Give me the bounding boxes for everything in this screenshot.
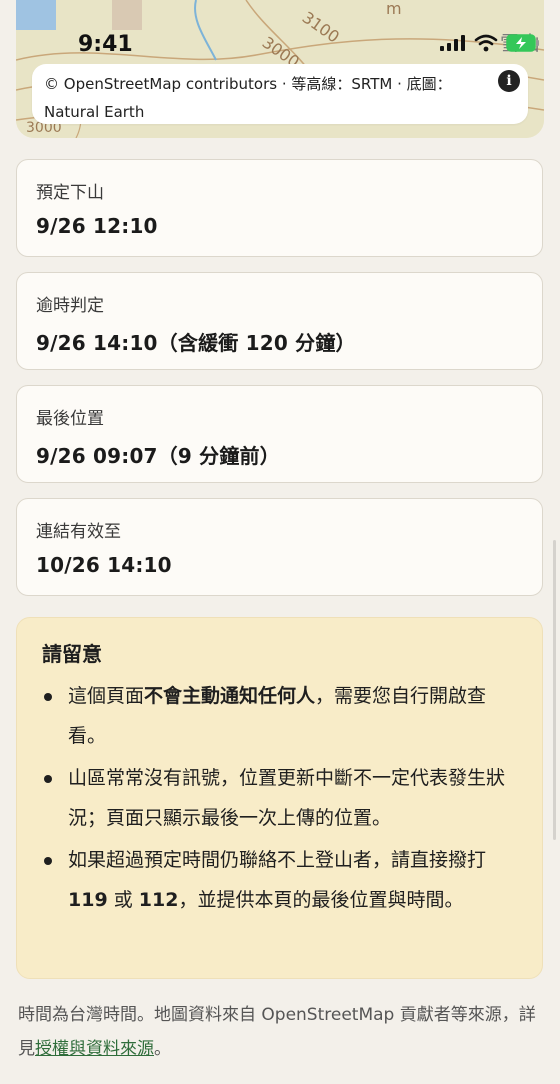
notice-title: 請留意 — [42, 642, 102, 666]
info-icon[interactable]: i — [498, 70, 520, 92]
map-attribution: © OpenStreetMap contributors · 等高線：SRTM … — [32, 64, 528, 124]
wifi-icon — [474, 34, 498, 52]
card-value: 9/26 09:07（9 分鐘前） — [36, 444, 280, 468]
notice-list: 這個頁面不會主動通知任何人，需要您自行開啟查看。 山區常常沒有訊號，位置更新中斷… — [42, 676, 522, 922]
notice-text: 如果超過預定時間仍聯絡不上登山者，請直接撥打 — [68, 849, 487, 871]
card-value: 9/26 12:10 — [36, 214, 158, 238]
status-time: 9:41 — [78, 32, 133, 57]
notice-text: 這個頁面 — [68, 685, 145, 707]
card-overdue-threshold: 逾時判定 9/26 14:10（含緩衝 120 分鐘） — [16, 272, 543, 370]
notice-box: 請留意 這個頁面不會主動通知任何人，需要您自行開啟查看。 山區常常沒有訊號，位置… — [16, 617, 543, 979]
card-label: 預定下山 — [36, 183, 104, 203]
card-label: 最後位置 — [36, 409, 104, 429]
contour-label: m — [386, 0, 402, 18]
card-value: 10/26 14:10 — [36, 553, 172, 577]
notice-item: 如果超過預定時間仍聯絡不上登山者，請直接撥打 119 或 112，並提供本頁的最… — [42, 840, 522, 920]
notice-item: 這個頁面不會主動通知任何人，需要您自行開啟查看。 — [42, 676, 522, 756]
card-value: 9/26 14:10（含緩衝 120 分鐘） — [36, 331, 356, 355]
card-planned-descent: 預定下山 9/26 12:10 — [16, 159, 543, 257]
card-label: 逾時判定 — [36, 296, 104, 316]
notice-emphasis: 不會主動通知任何人 — [144, 685, 316, 707]
status-icons — [440, 34, 540, 52]
emergency-number: 112 — [138, 889, 179, 911]
notice-text: ，並提供本頁的最後位置與時間。 — [178, 889, 464, 911]
signal-icon — [440, 35, 465, 51]
card-last-position: 最後位置 9/26 09:07（9 分鐘前） — [16, 385, 543, 483]
license-link[interactable]: 授權與資料來源 — [35, 1039, 154, 1059]
notice-text: 或 — [107, 889, 139, 911]
footer-text: 。 — [154, 1039, 171, 1059]
card-link-valid-until: 連結有效至 10/26 14:10 — [16, 498, 543, 596]
footer-note: 時間為台灣時間。地圖資料來自 OpenStreetMap 貢獻者等來源，詳見授權… — [18, 998, 544, 1066]
status-bar: 9:41 — [0, 28, 560, 64]
battery-charging-icon — [506, 34, 539, 52]
notice-text: 山區常常沒有訊號，位置更新中斷不一定代表發生狀況；頁面只顯示最後一次上傳的位置。 — [68, 767, 506, 829]
attribution-text: © OpenStreetMap contributors · 等高線：SRTM … — [44, 75, 452, 121]
scrollbar[interactable] — [553, 540, 556, 840]
emergency-number: 119 — [68, 889, 108, 911]
notice-item: 山區常常沒有訊號，位置更新中斷不一定代表發生狀況；頁面只顯示最後一次上傳的位置。 — [42, 758, 522, 838]
card-label: 連結有效至 — [36, 522, 121, 542]
